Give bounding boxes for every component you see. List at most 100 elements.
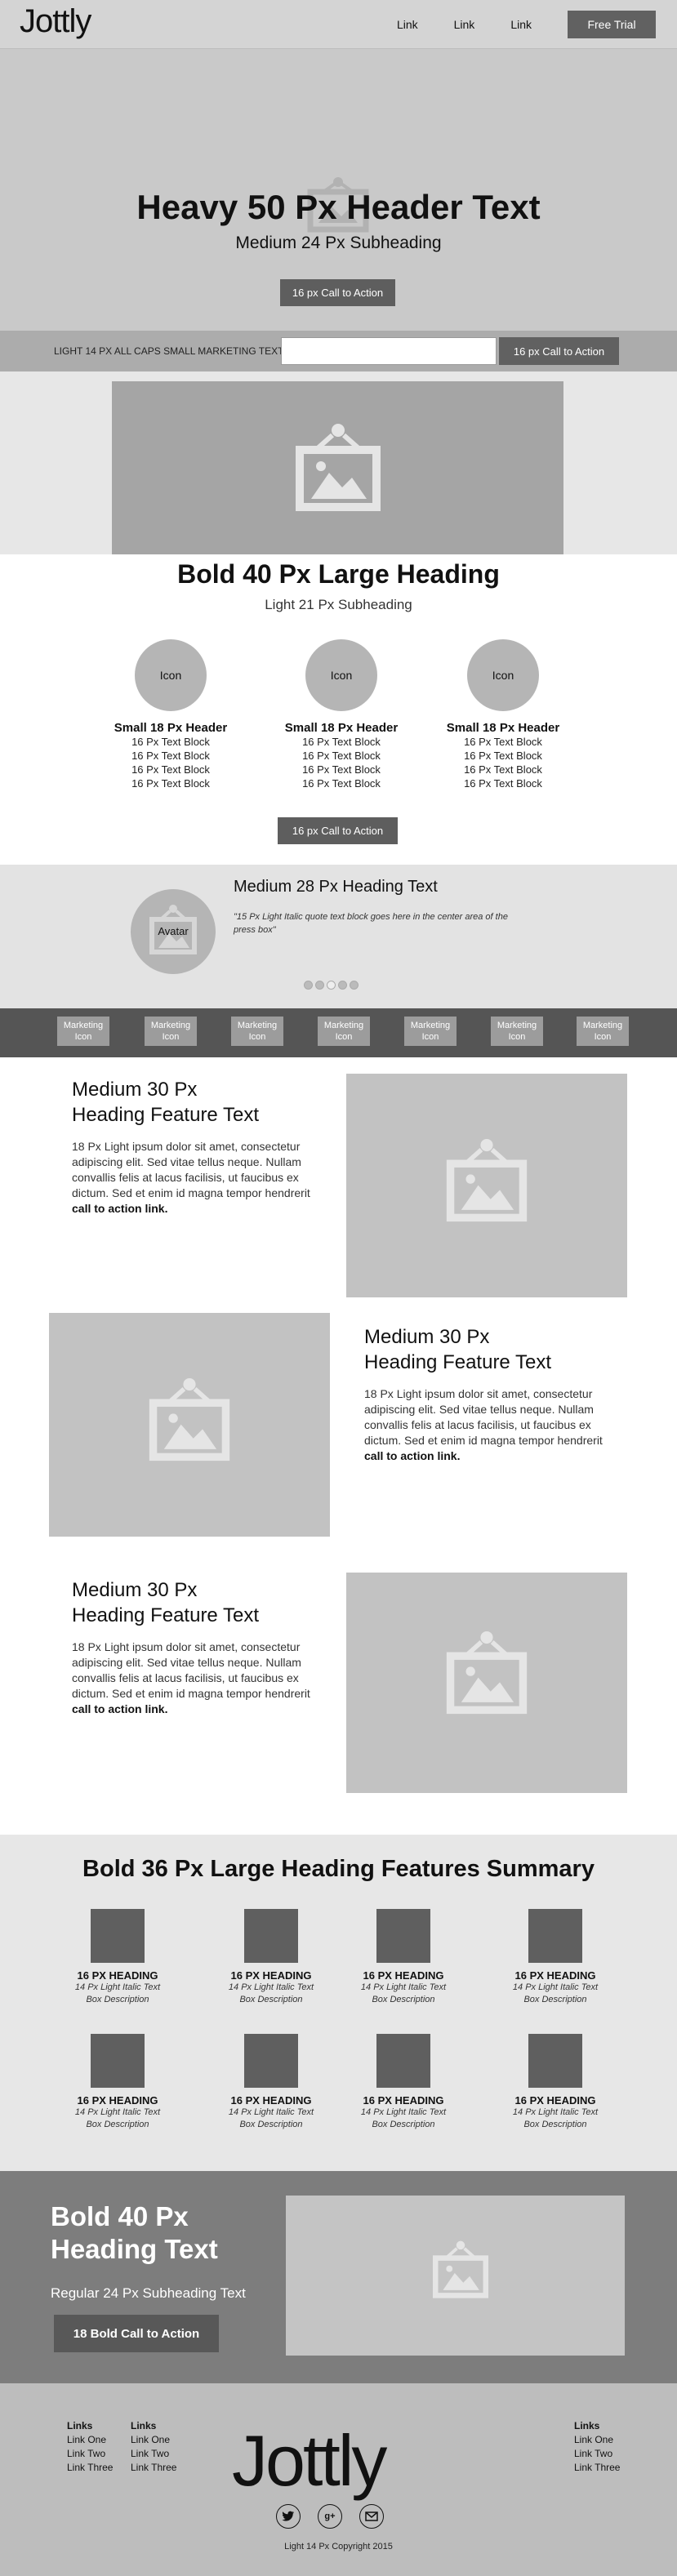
summary-desc: 14 Px Light Italic Text (512, 1982, 599, 1992)
feature-text: 16 Px Text Block (464, 750, 542, 762)
summary-item: 16 PX HEADING 14 Px Light Italic Text Bo… (210, 1909, 332, 2006)
carousel-dot[interactable] (315, 981, 324, 990)
hero-title: Heavy 50 Px Header Text (136, 188, 541, 226)
feature-text: 16 Px Text Block (464, 736, 542, 748)
email-icon[interactable] (359, 2504, 384, 2529)
carousel-dot[interactable] (350, 981, 359, 990)
cta-section: Bold 40 Px Heading Text Regular 24 Px Sub… (0, 2171, 677, 2383)
footer-link[interactable]: Link One (574, 2433, 620, 2447)
summary-title: Bold 36 Px Large Heading Features Summar… (82, 1856, 595, 1882)
feature-row-image (49, 1313, 330, 1537)
feature-text: 16 Px Text Block (131, 750, 210, 762)
footer-link[interactable]: Link Three (67, 2461, 113, 2475)
footer-link[interactable]: Link Three (574, 2461, 620, 2475)
signup-cta-button[interactable]: 16 px Call to Action (499, 337, 619, 365)
testimonial-quote: "15 Px Light Italic quote text block goe… (234, 912, 508, 935)
feature-icon: Icon (135, 639, 207, 711)
summary-icon (528, 2034, 582, 2088)
image-placeholder-icon (293, 422, 383, 518)
carousel-dot[interactable] (338, 981, 347, 990)
copyright: Light 14 Px Copyright 2015 (284, 2542, 393, 2552)
summary-icon (528, 1909, 582, 1963)
footer-link[interactable]: Link Three (131, 2461, 176, 2475)
summary-desc: 14 Px Light Italic Text (74, 2107, 161, 2117)
summary-desc: Box Description (86, 2120, 149, 2129)
summary-item: 16 PX HEADING 14 Px Light Italic Text Bo… (210, 2034, 332, 2131)
marketing-strip: Marketing Icon Marketing Icon Marketing … (0, 1008, 677, 1057)
feature-row-image (346, 1573, 627, 1793)
feature-text: 16 Px Text Block (131, 736, 210, 748)
google-plus-icon[interactable]: g+ (318, 2504, 342, 2529)
nav-link-1[interactable]: Link (397, 18, 418, 31)
feature-column: Icon Small 18 Px Header 16 Px Text Block… (268, 639, 415, 790)
summary-item: 16 PX HEADING 14 Px Light Italic Text Bo… (56, 2034, 179, 2131)
summary-item: 16 PX HEADING 14 Px Light Italic Text Bo… (56, 1909, 179, 2006)
feature-row-body: 18 Px Light ipsum dolor sit amet, consec… (72, 1640, 310, 1715)
summary-desc: 14 Px Light Italic Text (360, 1982, 447, 1992)
summary-desc: Box Description (372, 1995, 435, 2004)
summary-icon (244, 1909, 298, 1963)
avatar: Avatar (131, 889, 216, 974)
summary-icon (376, 1909, 430, 1963)
feature-row: Medium 30 Px Heading Feature Text 18 Px L… (0, 1313, 677, 1566)
summary-item: 16 PX HEADING 14 Px Light Italic Text Bo… (494, 1909, 617, 2006)
signup-label: LIGHT 14 PX ALL CAPS SMALL MARKETING TEX… (54, 345, 284, 357)
carousel-dot[interactable] (304, 981, 313, 990)
logo[interactable]: Jottly (20, 3, 91, 40)
summary-desc: 14 Px Light Italic Text (228, 1982, 314, 1992)
avatar-label: Avatar (158, 925, 189, 937)
summary-desc: 14 Px Light Italic Text (74, 1982, 161, 1992)
footer-logo[interactable]: Jottly (232, 2419, 387, 2503)
summary-heading: 16 PX HEADING (363, 2094, 444, 2107)
footer-links-column: Links Link One Link Two Link Three (574, 2419, 620, 2475)
feature-row-link[interactable]: call to action link. (72, 1202, 167, 1215)
feature-row-body: 18 Px Light ipsum dolor sit amet, consec… (364, 1387, 603, 1462)
nav-links: Link Link Link Free Trial (397, 0, 677, 49)
summary-desc: Box Description (239, 1995, 303, 2004)
top-nav: Jottly Link Link Link Free Trial (0, 0, 677, 49)
feature-text: 16 Px Text Block (464, 763, 542, 776)
hero-section: Heavy 50 Px Header Text Medium 24 Px Sub… (0, 49, 677, 331)
feature-row-heading: Medium 30 Px Heading Feature Text (72, 1579, 260, 1626)
footer-link[interactable]: Link One (67, 2433, 113, 2447)
twitter-icon[interactable] (276, 2504, 301, 2529)
feature-row: Medium 30 Px Heading Feature Text 18 Px L… (0, 1057, 677, 1313)
signup-bar: LIGHT 14 PX ALL CAPS SMALL MARKETING TEX… (0, 331, 677, 371)
footer-link[interactable]: Link Two (67, 2447, 113, 2461)
banner-section (0, 371, 677, 554)
features-cta-button[interactable]: 16 px Call to Action (278, 817, 398, 844)
cta-button[interactable]: 18 Bold Call to Action (54, 2315, 219, 2352)
feature-header: Small 18 Px Header (114, 721, 228, 735)
feature-text: 16 Px Text Block (131, 763, 210, 776)
feature-row-link[interactable]: call to action link. (72, 1702, 167, 1715)
summary-desc: 14 Px Light Italic Text (228, 2107, 314, 2117)
feature-row-image (346, 1074, 627, 1297)
free-trial-button[interactable]: Free Trial (568, 11, 656, 38)
marketing-icon: Marketing Icon (404, 1017, 457, 1046)
carousel-dot-active[interactable] (327, 981, 336, 990)
image-placeholder-icon (444, 1137, 529, 1228)
summary-heading: 16 PX HEADING (363, 1969, 444, 1982)
footer-links-heading: Links (131, 2420, 157, 2431)
summary-heading: 16 PX HEADING (514, 2094, 596, 2107)
features-title: Bold 40 Px Large Heading (177, 559, 500, 589)
summary-icon (244, 2034, 298, 2088)
footer-link[interactable]: Link One (131, 2433, 176, 2447)
footer-links-column: Links Link One Link Two Link Three (131, 2419, 176, 2475)
marketing-icon: Marketing Icon (57, 1017, 109, 1046)
nav-link-3[interactable]: Link (510, 18, 532, 31)
feature-header: Small 18 Px Header (446, 721, 560, 735)
cta-subheading: Regular 24 Px Subheading Text (51, 2285, 246, 2301)
feature-row-link[interactable]: call to action link. (364, 1449, 460, 1462)
nav-link-2[interactable]: Link (454, 18, 475, 31)
marketing-icon: Marketing Icon (318, 1017, 370, 1046)
signup-input[interactable] (281, 337, 497, 365)
summary-heading: 16 PX HEADING (514, 1969, 596, 1982)
testimonial-section: Avatar Medium 28 Px Heading Text "15 Px … (0, 865, 677, 1008)
hero-cta-button[interactable]: 16 px Call to Action (280, 279, 395, 306)
feature-icon: Icon (305, 639, 377, 711)
feature-icon: Icon (467, 639, 539, 711)
footer-link[interactable]: Link Two (574, 2447, 620, 2461)
footer-link[interactable]: Link Two (131, 2447, 176, 2461)
feature-text: 16 Px Text Block (302, 750, 381, 762)
